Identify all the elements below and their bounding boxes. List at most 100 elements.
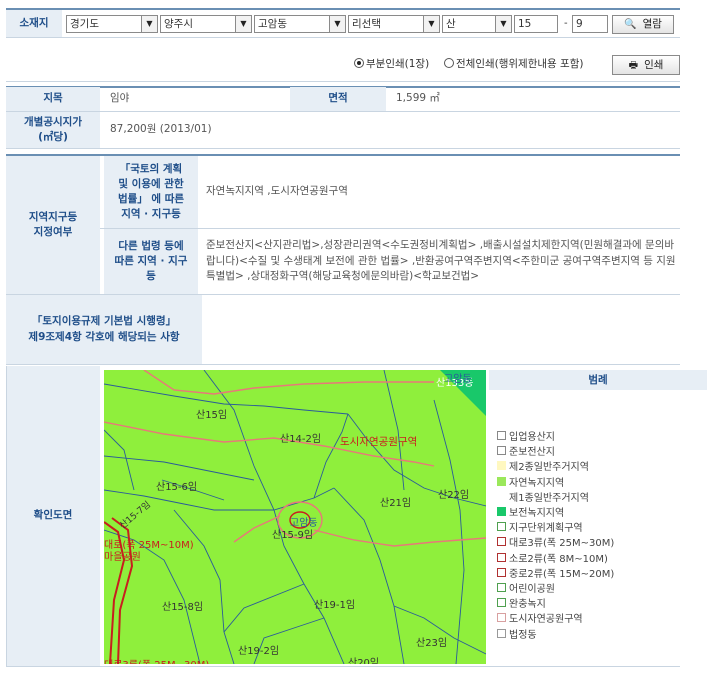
legend-swatch-icon — [497, 552, 506, 562]
legend-item: 완충녹지 — [497, 595, 546, 610]
map-label-san15: 산15임 — [196, 410, 228, 421]
legend-label: 완충녹지 — [509, 599, 546, 611]
national-zoning-label: 「국토의 계획 및 이용에 관한 법률」 에 따른 지역 · 지구등 — [104, 156, 198, 228]
legend-item: 자연녹지지역 — [497, 474, 564, 489]
map-label-san21: 산21임 — [380, 498, 412, 509]
legend-swatch-icon — [497, 583, 506, 592]
number-dash: - — [564, 18, 568, 29]
map-label-village: 마을공원 — [104, 552, 141, 563]
radio-empty-icon — [444, 58, 454, 68]
mountain-select[interactable]: 산 ▼ — [442, 15, 512, 33]
category-label: 지목 — [6, 87, 100, 111]
map-label-san20: 산20임 — [348, 658, 380, 664]
chevron-down-icon: ▼ — [329, 16, 345, 32]
category-value: 임야 — [110, 92, 130, 105]
legend-item: 제1종일반주거지역 — [497, 489, 589, 504]
map-label-san23: 산23임 — [416, 638, 448, 649]
legend-swatch-icon — [497, 537, 506, 547]
legend-label: 법정동 — [509, 629, 537, 641]
row-divider — [6, 148, 680, 149]
row-divider — [6, 364, 680, 365]
legend-title: 범례 — [489, 370, 707, 390]
map-label-park: 도시자연공원구역 — [340, 436, 418, 448]
legend-label: 보전녹지지역 — [509, 508, 565, 519]
map-section-label: 확인도면 — [6, 366, 100, 666]
map-legend: 범례 입업용산지준보전산지제2종일반주거지역자연녹지지역제1종일반주거지역보전녹… — [489, 370, 707, 664]
search-icon: 🔍 — [624, 19, 637, 30]
main-number-input[interactable]: 15 — [514, 15, 558, 33]
area-label: 면적 — [290, 87, 386, 111]
print-button[interactable]: 🖶 인쇄 — [612, 55, 680, 75]
legend-item: 도시자연공원구역 — [497, 610, 583, 625]
legend-swatch-icon — [497, 446, 506, 456]
legend-item: 어린이공원 — [497, 580, 555, 595]
other-zoning-value: 준보전산지<산지관리법>,성장관리권역<수도권정비계획법> ,배출시설설치제한지… — [206, 238, 676, 283]
city-select[interactable]: 양주시 ▼ — [160, 15, 252, 33]
legend-item: 제2종일반주거지역 — [497, 458, 589, 473]
map-label-road-bottom: 대로3류(폭 25M~30M) — [104, 656, 209, 664]
legend-swatch-icon — [497, 507, 506, 516]
sub-number-input[interactable]: 9 — [572, 15, 608, 33]
map-label-san22: 산22임 — [438, 490, 470, 501]
map-label-goam-top: 고암동 — [444, 374, 472, 385]
regulation-value — [204, 295, 680, 364]
legend-label: 중로2류(폭 15M~20M) — [509, 568, 615, 580]
map-label-san14-2: 산14-2임 — [280, 434, 322, 445]
legend-item: 지구단위계획구역 — [497, 519, 583, 534]
legend-item: 대로3류(폭 25M~30M) — [497, 534, 614, 549]
legend-swatch-icon — [497, 431, 506, 440]
legend-item: 입업용산지 — [497, 428, 555, 443]
chevron-down-icon: ▼ — [141, 16, 157, 32]
regulation-label: 「토지이용규제 기본법 시행령」 제9조제4항 각호에 해당되는 사항 — [6, 295, 202, 364]
zoning-label: 지역지구등 지정여부 — [6, 156, 100, 294]
legend-label: 입업용산지 — [509, 432, 555, 443]
chevron-down-icon: ▼ — [423, 16, 439, 32]
legend-swatch-icon — [497, 598, 506, 608]
map-label-san15-8: 산15-8임 — [162, 602, 204, 613]
location-label: 소재지 — [6, 10, 62, 37]
map-label-san15-6: 산15-6임 — [156, 482, 198, 493]
legend-label: 지구단위계획구역 — [509, 523, 583, 535]
print-options: 부분인쇄(1장) 전체인쇄(행위제한내용 포함) 🖶 인쇄 — [6, 44, 680, 82]
dong-select[interactable]: 고암동 ▼ — [254, 15, 346, 33]
legend-swatch-icon — [497, 476, 506, 486]
location-bar: 소재지 경기도 ▼ 양주시 ▼ 고암동 ▼ 리선택 ▼ 산 ▼ 15 - 9 🔍… — [6, 8, 680, 38]
ri-select[interactable]: 리선택 ▼ — [348, 15, 440, 33]
legend-label: 어린이공원 — [509, 584, 555, 595]
chevron-down-icon: ▼ — [235, 16, 251, 32]
legend-label: 제2종일반주거지역 — [509, 462, 589, 474]
legend-swatch-icon — [497, 613, 506, 623]
area-value: 1,599 ㎡ — [396, 92, 440, 105]
legend-swatch-icon — [497, 567, 506, 577]
legend-label: 준보전산지 — [509, 447, 555, 459]
other-zoning-label: 다른 법령 등에 따른 지역 · 지구 등 — [104, 229, 198, 294]
price-label: 개별공시지가 (㎡당) — [6, 112, 100, 148]
legend-item: 준보전산지 — [497, 443, 555, 458]
legend-swatch-icon — [497, 522, 506, 532]
full-print-radio[interactable]: 전체인쇄(행위제한내용 포함) — [444, 56, 583, 71]
legend-item: 법정동 — [497, 626, 537, 641]
legend-swatch-icon — [497, 628, 506, 638]
price-value: 87,200원 (2013/01) — [110, 123, 212, 136]
partial-print-radio[interactable]: 부분인쇄(1장) — [354, 56, 429, 71]
map-label-san19-1: 산19-1임 — [314, 600, 356, 611]
map-label-san15-9: 산15-9임 — [272, 530, 314, 541]
legend-label: 도시자연공원구역 — [509, 614, 583, 626]
legend-item: 소로2류(폭 8M~10M) — [497, 550, 608, 565]
legend-label: 소로2류(폭 8M~10M) — [509, 553, 608, 565]
legend-item: 중로2류(폭 15M~20M) — [497, 565, 614, 580]
legend-label: 자연녹지지역 — [509, 477, 565, 489]
printer-icon: 🖶 — [628, 60, 639, 71]
divider — [6, 366, 7, 666]
national-zoning-value: 자연녹지지역 ,도시자연공원구역 — [206, 185, 348, 198]
chevron-down-icon: ▼ — [495, 16, 511, 32]
row-divider — [6, 666, 680, 667]
legend-swatch-icon — [497, 461, 506, 471]
province-select[interactable]: 경기도 ▼ — [66, 15, 158, 33]
view-button[interactable]: 🔍 열람 — [612, 15, 674, 34]
legend-swatch-icon — [497, 491, 506, 501]
legend-label: 대로3류(폭 25M~30M) — [509, 538, 615, 550]
map-label-san19-2: 산19-2임 — [238, 646, 280, 657]
land-use-map[interactable]: 산133동 고암동 산15임 산14-2임 도시자연공원구역 산15-6임 산2… — [104, 370, 486, 664]
legend-label: 제1종일반주거지역 — [509, 492, 589, 504]
